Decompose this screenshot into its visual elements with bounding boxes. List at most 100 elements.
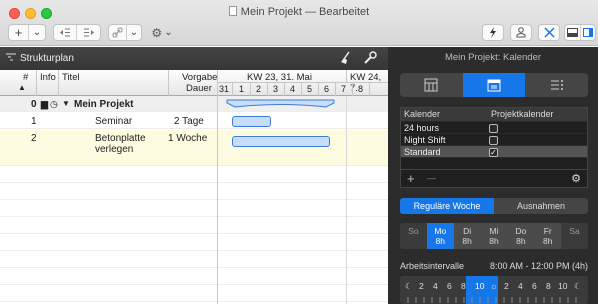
day-thursday[interactable]: Do 8h [507,223,535,249]
day-hours: 8h [462,236,472,246]
calendar-gear-icon[interactable]: ⚙ [571,172,581,185]
calendar-row[interactable]: 24 hours [401,121,587,133]
list-icon [550,80,563,90]
add-calendar-button[interactable]: + [407,171,415,186]
col-kalender[interactable]: Kalender [404,109,440,119]
day-tuesday[interactable]: Di 8h [453,223,481,249]
remove-calendar-button[interactable]: — [427,173,436,183]
table-row-empty [0,184,388,200]
col-sep [36,70,37,96]
tl-label: 10 [475,281,485,291]
day-monday[interactable]: Mo 8h [426,223,454,249]
col-info[interactable]: Info [40,72,56,83]
moon-icon: ☾ [574,281,582,291]
day-sep [284,83,285,96]
calendar-row-selected[interactable]: Standard ✓ [401,145,587,157]
tab-calendar[interactable] [462,73,526,97]
tl-label: 4 [518,281,523,291]
tl-label: 6 [532,281,537,291]
link-icon [112,27,123,38]
tab-list-settings[interactable] [525,73,588,97]
day-hours: 8h [542,236,553,246]
tab-project-info[interactable] [400,73,463,97]
window-title-text: Mein Projekt — Bearbeitet [240,6,370,18]
row-num: 0 [31,99,37,110]
row-title[interactable]: Mein Projekt [74,99,133,110]
folder-icon: ▆ [41,99,48,109]
row-title[interactable]: Betonplatte [95,133,146,144]
week-tabs: Reguläre Woche Ausnahmen [400,198,588,214]
gantt-day: 2 [256,84,262,94]
day-sunday[interactable]: So [400,223,427,249]
project-calendar-checkbox[interactable]: ✓ [489,148,498,157]
title-bar: Mein Projekt — Bearbeitet + ⌄ ⌄ ⚙ ⌄ [0,0,598,46]
add-menu-button[interactable]: ⌄ [29,25,45,40]
day-wednesday[interactable]: Mi 8h [480,223,508,249]
gantt-bar-betonplatte[interactable] [232,136,330,147]
tl-label: 2 [504,281,509,291]
col-num[interactable]: # [23,72,28,83]
link-menu-button[interactable]: ⌄ [127,25,141,40]
tl-label: 10 [558,281,568,291]
project-calendar-checkbox[interactable] [489,136,498,145]
lightning-icon [490,27,496,38]
gantt-day: 31 [219,84,230,94]
gantt-day: 1 [239,84,245,94]
tools-button[interactable] [538,24,560,41]
sidebar-icon [583,28,593,37]
summary-bar[interactable] [226,99,336,109]
sort-ascending-icon: ▲ [18,83,26,92]
row-title[interactable]: Seminar [95,116,132,127]
work-intervals-label: Arbeitsintervalle [400,261,465,271]
calendar-row[interactable]: Night Shift [401,133,587,145]
outdent-button[interactable] [54,25,77,40]
wrench-icon[interactable] [363,51,377,65]
indent-button[interactable] [77,25,100,40]
gantt-day: 7 [341,84,347,94]
day-sep [232,83,233,96]
tl-label: 8 [546,281,551,291]
tab-regular-week[interactable]: Reguläre Woche [400,198,494,214]
project-calendar-checkbox[interactable] [489,124,498,133]
calendar-table-header: Kalender Projektkalender [401,108,587,121]
row-duration[interactable]: 2 Tage [174,116,204,127]
day-friday[interactable]: Fr 8h [534,223,562,249]
table-row-empty [0,201,388,217]
row-title-line2[interactable]: verlegen [95,144,133,155]
resources-button[interactable] [510,24,532,41]
settings-menu-button[interactable]: ⚙ ⌄ [148,24,176,41]
work-interval-timeline[interactable]: ☾ 2 4 6 8 10 ☼ 2 4 6 8 10 ☾ [400,276,588,304]
gantt-day: 5 [307,84,313,94]
col-title[interactable]: Titel [62,72,80,83]
table-row-empty [0,218,388,234]
person-icon [516,27,526,38]
tab-exceptions[interactable]: Ausnahmen [494,198,588,214]
week-boundary [346,96,347,304]
table-row[interactable]: 1 Seminar 2 Tage [0,113,388,129]
disclosure-triangle-icon[interactable]: ▼ [62,99,70,108]
table-row-selected[interactable]: 2 Betonplatte verlegen 1 Woche [0,130,388,166]
col-sep [58,70,59,96]
col-projektkalender[interactable]: Projektkalender [491,109,554,119]
inspector-toggle[interactable] [581,25,595,40]
table-row-empty [0,269,388,285]
row-duration[interactable]: 1 Woche [168,133,207,144]
outline-title: Strukturplan [20,53,74,64]
add-task-group: + ⌄ [8,24,46,41]
bottom-panel-toggle[interactable] [565,25,581,40]
col-vorgabe[interactable]: Vorgabe [182,72,217,83]
bottom-panel-icon [567,28,578,37]
gantt-day: 3 [273,84,279,94]
day-name: Di [463,226,472,236]
app-window: Mein Projekt — Bearbeitet + ⌄ ⌄ ⚙ ⌄ Stru… [0,0,598,304]
critical-path-button[interactable] [482,24,504,41]
col-dauer[interactable]: Dauer [186,83,212,94]
gantt-bar-seminar[interactable] [232,116,271,127]
inspector-panel: Mein Projekt: Kalender Kalender Projektk… [388,47,598,304]
day-saturday[interactable]: Sa [561,223,588,249]
calendar-row-empty [401,157,587,169]
link-button[interactable] [109,25,127,40]
outline-header: Strukturplan [0,47,388,70]
add-task-button[interactable]: + [9,25,29,40]
broom-icon[interactable] [338,51,352,65]
